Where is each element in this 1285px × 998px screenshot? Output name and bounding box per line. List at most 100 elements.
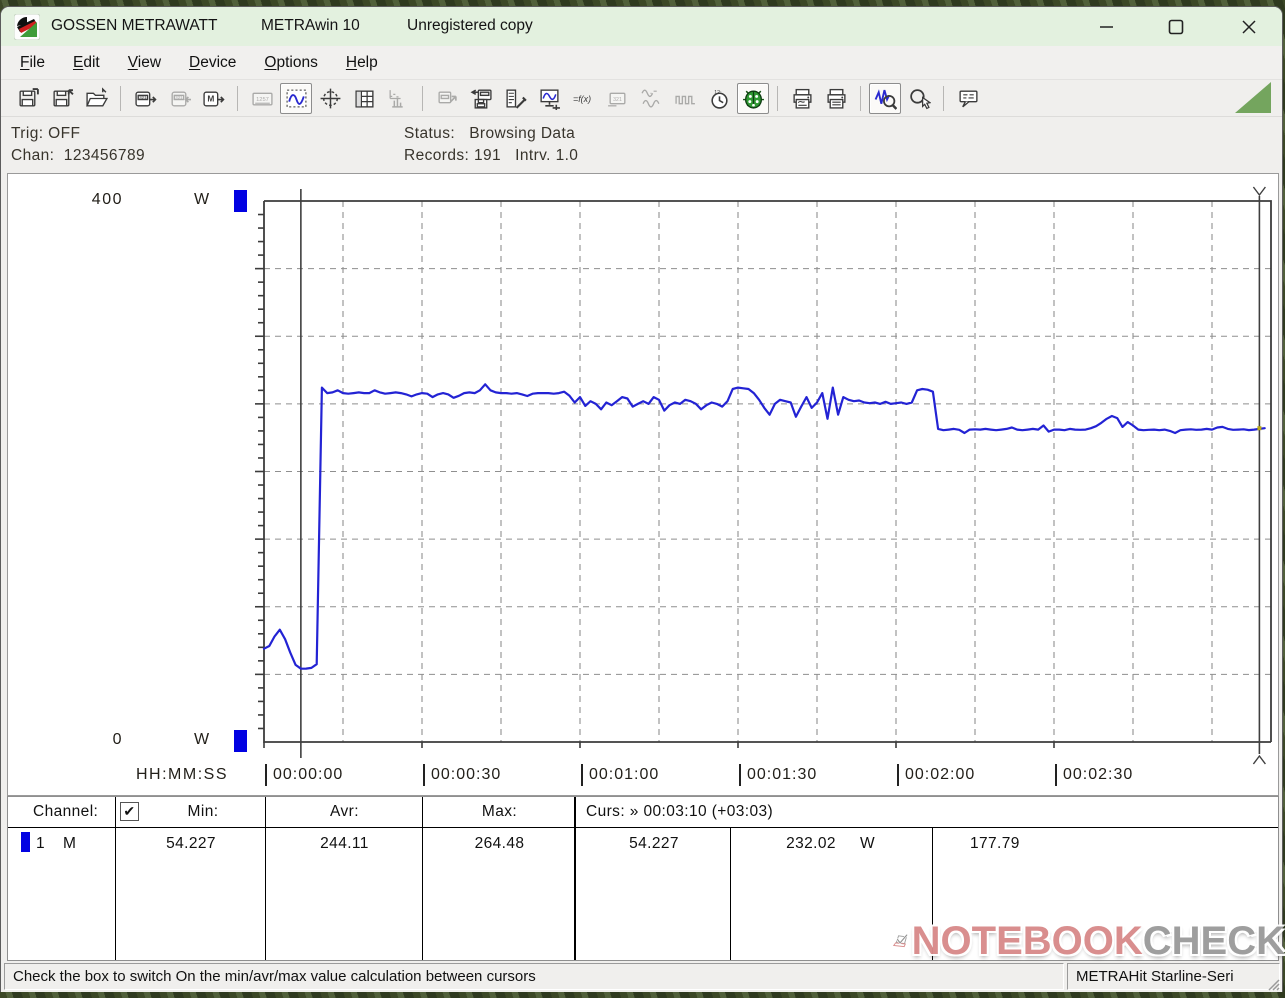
x-tick-divider	[581, 764, 583, 786]
menu-item-view[interactable]: View	[117, 50, 172, 76]
menu-item-file[interactable]: File	[9, 50, 56, 76]
status-bar: Check the box to switch On the min/avr/m…	[1, 961, 1282, 992]
maximize-icon	[1168, 19, 1184, 34]
table-divider	[730, 828, 731, 960]
table-divider-cursor-section	[574, 797, 576, 960]
toolbar-separator	[422, 85, 423, 111]
col-header-avr: Avr:	[330, 803, 359, 820]
zoom-select-button[interactable]	[903, 83, 935, 114]
x-tick-00:02:30: 00:02:30	[1055, 764, 1133, 786]
device-read-button[interactable]: 321	[129, 83, 161, 114]
toolbar-separator	[860, 85, 861, 111]
open-file-icon	[85, 86, 108, 106]
x-tick-00:00:00: 00:00:00	[265, 764, 343, 786]
device-settings-button[interactable]	[499, 83, 531, 114]
channel-color-marker-bottom	[234, 730, 247, 752]
zoom-curve-button[interactable]	[869, 82, 901, 114]
resize-grip[interactable]	[1266, 977, 1280, 991]
time-settings-button[interactable]: 12:	[703, 83, 735, 114]
close-button[interactable]	[1226, 11, 1272, 42]
trend-chart-plot[interactable]	[8, 174, 1278, 795]
channel-mode: M	[63, 835, 77, 852]
online-display-button[interactable]	[533, 83, 565, 114]
export-data-icon	[437, 91, 457, 103]
license-status-title: Unregistered copy	[407, 17, 533, 34]
x-tick-divider	[739, 764, 741, 786]
avr-value: 244.11	[320, 835, 369, 852]
device-settings-icon	[505, 88, 527, 109]
table-divider	[265, 797, 266, 960]
menu-item-options[interactable]: Options	[253, 50, 328, 76]
import-device-button[interactable]	[465, 83, 497, 114]
toolbar-separator	[237, 85, 238, 111]
table-divider	[422, 797, 423, 960]
connected-device-text: METRAHit Starline-Seri	[1067, 963, 1280, 990]
save-as-button[interactable]	[46, 83, 78, 114]
channel-color-marker-top	[234, 190, 247, 212]
minimize-button[interactable]	[1083, 11, 1129, 42]
notes-icon	[958, 90, 978, 107]
view-xy-button[interactable]	[314, 83, 346, 114]
x-tick-00:01:00: 00:01:00	[581, 764, 659, 786]
save-data-button[interactable]	[12, 83, 44, 114]
x-axis-format-label: HH:MM:SS	[136, 766, 228, 783]
toolbar-corner-decoration	[1235, 82, 1271, 113]
menu-item-help[interactable]: Help	[335, 50, 389, 76]
menu-item-device[interactable]: Device	[178, 50, 247, 76]
analog-wave-button	[635, 83, 667, 114]
print-button[interactable]	[820, 83, 852, 114]
open-file-button[interactable]	[80, 83, 112, 114]
menu-item-edit[interactable]: Edit	[62, 50, 111, 76]
maximize-button[interactable]	[1153, 11, 1199, 42]
toolbar-separator	[777, 85, 778, 111]
col-header-channel: Channel:	[33, 803, 99, 820]
toolbar-separator	[120, 85, 121, 111]
analog-wave-icon	[640, 88, 659, 108]
formula-icon: =f(x)	[573, 94, 591, 104]
cursor-delta-value: 177.79	[970, 835, 1020, 852]
svg-text:321: 321	[613, 96, 622, 102]
view-table-icon	[354, 90, 374, 108]
min-value: 54.227	[166, 835, 216, 852]
view-trend-button[interactable]	[280, 82, 312, 114]
view-numeric-icon: 1257	[251, 92, 273, 105]
record-timer-icon	[742, 90, 764, 109]
device-write-icon: 321	[171, 91, 191, 106]
view-histogram-icon	[389, 89, 403, 108]
numeric-small-icon: 321	[607, 92, 625, 106]
numeric-small-button: 321	[601, 83, 633, 114]
device-memory-icon: M	[202, 91, 225, 106]
toolbar-separator	[943, 85, 944, 111]
print-preview-icon	[792, 88, 812, 109]
view-table-button[interactable]	[348, 83, 380, 114]
time-settings-icon: 12:	[710, 89, 728, 109]
y-axis-unit-top: W	[194, 191, 211, 208]
max-value: 264.48	[474, 835, 525, 852]
minmax-calc-checkbox[interactable]: ✔	[120, 802, 139, 821]
col-header-min: Min:	[187, 803, 219, 820]
online-display-icon	[539, 88, 560, 110]
save-data-icon	[18, 87, 39, 106]
device-read-icon: 321	[134, 91, 157, 106]
table-divider	[115, 797, 116, 960]
svg-text:321: 321	[139, 95, 147, 100]
cursor2-unit: W	[860, 835, 876, 852]
close-icon	[1242, 19, 1256, 34]
device-write-button: 321	[163, 83, 195, 114]
x-tick-divider	[423, 764, 425, 786]
formula-button[interactable]: =f(x)	[567, 83, 599, 114]
channel-number: 1	[36, 835, 46, 852]
notes-button[interactable]	[952, 83, 984, 114]
minimize-icon	[1099, 26, 1113, 28]
status-hint-text: Check the box to switch On the min/avr/m…	[4, 963, 1064, 990]
status-readout: Status: Browsing Data	[404, 125, 576, 142]
device-memory-button[interactable]: M	[197, 83, 229, 114]
view-histogram-button	[382, 83, 414, 114]
toolbar: 321 321 M 1257 =f(x) 321 12:	[1, 80, 1282, 117]
record-timer-button[interactable]	[737, 82, 769, 114]
print-preview-button[interactable]	[786, 83, 818, 114]
table-divider	[932, 828, 933, 960]
svg-text:M: M	[207, 93, 214, 103]
table-header-divider	[8, 827, 1278, 828]
digital-wave-icon	[674, 95, 695, 104]
